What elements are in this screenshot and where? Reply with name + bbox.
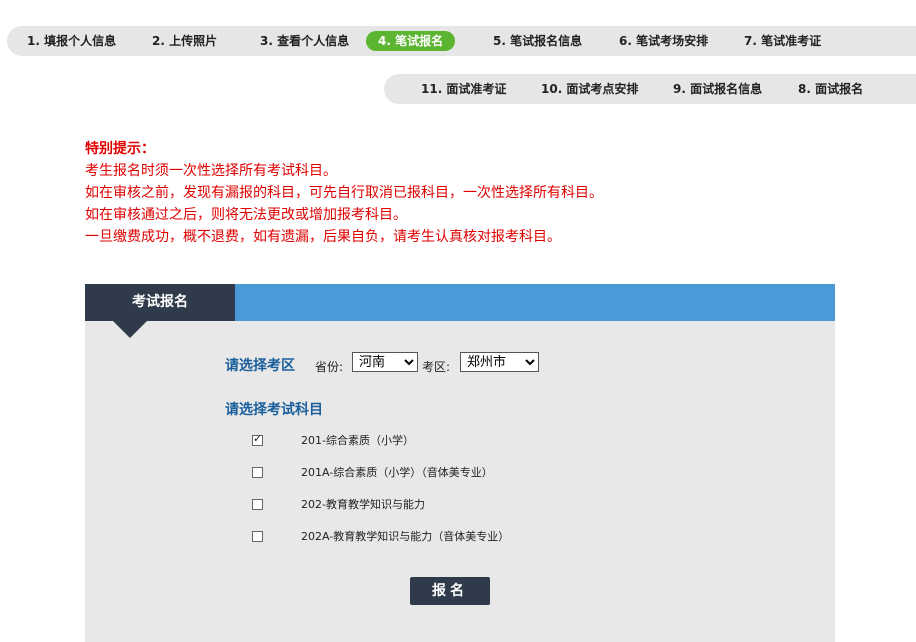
- subject-row: 201-综合素质（小学）: [252, 431, 414, 449]
- subject-row: 201A-综合素质（小学）（音体美专业）: [252, 463, 493, 481]
- region-section-label: 请选择考区: [225, 358, 295, 374]
- register-button[interactable]: 报名: [410, 577, 490, 605]
- step-upload-photo[interactable]: 2. 上传照片: [152, 26, 217, 56]
- step-fill-personal-info[interactable]: 1. 填报个人信息: [27, 26, 116, 56]
- notice-line: 考生报名时须一次性选择所有考试科目。: [85, 163, 337, 179]
- step-written-exam-room[interactable]: 6. 笔试考场安排: [619, 26, 708, 56]
- notice-line: 如在审核通过之后，则将无法更改或增加报考科目。: [85, 207, 407, 223]
- province-select[interactable]: 河南: [352, 352, 418, 372]
- subject-row: 202A-教育教学知识与能力（音体美专业）: [252, 527, 509, 545]
- special-notice: 特别提示： 考生报名时须一次性选择所有考试科目。 如在审核之前，发现有漏报的科目…: [85, 138, 603, 248]
- district-select[interactable]: 郑州市: [460, 352, 539, 372]
- subject-label: 202-教育教学知识与能力: [301, 498, 425, 511]
- district-label: 考区:: [422, 360, 451, 374]
- step-view-personal-info[interactable]: 3. 查看个人信息: [260, 26, 349, 56]
- subject-checkbox[interactable]: [252, 498, 263, 510]
- province-label: 省份:: [315, 360, 344, 374]
- subject-label: 201A-综合素质（小学）（音体美专业）: [301, 466, 493, 479]
- subject-checkbox[interactable]: [252, 530, 263, 542]
- step-interview-admission-ticket[interactable]: 11. 面试准考证: [421, 74, 506, 104]
- step-interview-registration[interactable]: 8. 面试报名: [798, 74, 863, 104]
- panel-tab-pointer: [113, 321, 147, 338]
- subjects-section-label: 请选择考试科目: [225, 402, 323, 418]
- subject-row: 202-教育教学知识与能力: [252, 495, 425, 513]
- notice-line: 如在审核之前，发现有漏报的科目，可先自行取消已报科目，一次性选择所有科目。: [85, 185, 603, 201]
- subject-label: 201-综合素质（小学）: [301, 434, 414, 447]
- notice-line: 一旦缴费成功，概不退费，如有遗漏，后果自负，请考生认真核对报考科目。: [85, 229, 561, 245]
- step-interview-registration-info[interactable]: 9. 面试报名信息: [673, 74, 762, 104]
- registration-panel: 考试报名 请选择考区 省份: 河南 考区: 郑州市 请选择考试科目 201-综合…: [85, 284, 835, 642]
- subject-checkbox[interactable]: [252, 466, 263, 478]
- step-interview-venue[interactable]: 10. 面试考点安排: [541, 74, 638, 104]
- step-bar-bottom: 11. 面试准考证 10. 面试考点安排 9. 面试报名信息 8. 面试报名: [384, 74, 916, 104]
- step-written-exam-registration[interactable]: 4. 笔试报名: [366, 31, 456, 51]
- step-bar-top: 1. 填报个人信息 2. 上传照片 3. 查看个人信息 4. 笔试报名 5. 笔…: [7, 26, 916, 56]
- step-written-admission-ticket[interactable]: 7. 笔试准考证: [744, 26, 821, 56]
- subject-label: 202A-教育教学知识与能力（音体美专业）: [301, 530, 510, 543]
- subject-checkbox[interactable]: [252, 432, 263, 446]
- step-written-registration-info[interactable]: 5. 笔试报名信息: [493, 26, 582, 56]
- panel-tab-title: 考试报名: [85, 284, 235, 321]
- notice-title: 特别提示：: [85, 141, 155, 157]
